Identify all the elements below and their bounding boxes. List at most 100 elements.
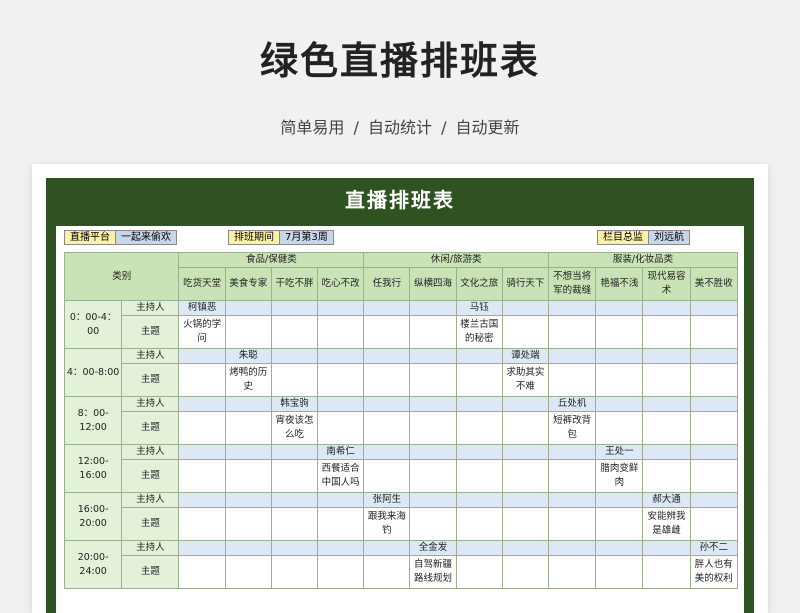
host-cell[interactable] <box>409 492 457 508</box>
host-cell[interactable] <box>548 492 597 508</box>
topic-cell[interactable] <box>409 363 457 397</box>
host-cell[interactable]: 柯镇恶 <box>178 300 226 316</box>
topic-cell[interactable] <box>595 411 644 445</box>
topic-cell[interactable]: 楼兰古国的秘密 <box>455 315 503 349</box>
host-cell[interactable]: 朱聪 <box>224 348 272 364</box>
host-cell[interactable] <box>689 300 739 316</box>
host-cell[interactable] <box>642 444 691 460</box>
host-cell[interactable] <box>689 492 739 508</box>
topic-cell[interactable] <box>224 315 272 349</box>
topic-cell[interactable]: 宵夜该怎么吃 <box>270 411 319 445</box>
host-cell[interactable]: 马钰 <box>455 300 503 316</box>
topic-cell[interactable]: 跟我来海钓 <box>363 507 411 541</box>
topic-cell[interactable] <box>548 315 597 349</box>
topic-cell[interactable]: 西餐适合中国人吗 <box>317 459 365 493</box>
host-cell[interactable] <box>224 396 272 412</box>
topic-cell[interactable] <box>595 555 644 589</box>
topic-cell[interactable] <box>363 315 411 349</box>
host-cell[interactable] <box>363 444 411 460</box>
topic-cell[interactable] <box>689 507 739 541</box>
topic-cell[interactable]: 自驾新疆路线规划 <box>409 555 457 589</box>
host-cell[interactable] <box>270 492 319 508</box>
host-cell[interactable] <box>595 396 644 412</box>
host-cell[interactable] <box>270 540 319 556</box>
host-cell[interactable] <box>317 492 365 508</box>
host-cell[interactable] <box>548 348 597 364</box>
host-cell[interactable] <box>642 540 691 556</box>
host-cell[interactable] <box>595 540 644 556</box>
host-cell[interactable]: 郝大通 <box>642 492 691 508</box>
topic-cell[interactable] <box>270 459 319 493</box>
host-cell[interactable]: 全金发 <box>409 540 457 556</box>
topic-cell[interactable]: 胖人也有美的权利 <box>689 555 739 589</box>
topic-cell[interactable] <box>595 315 644 349</box>
host-cell[interactable] <box>317 540 365 556</box>
topic-cell[interactable] <box>224 507 272 541</box>
topic-cell[interactable] <box>317 363 365 397</box>
host-cell[interactable] <box>363 348 411 364</box>
topic-cell[interactable] <box>317 555 365 589</box>
topic-cell[interactable] <box>363 411 411 445</box>
host-cell[interactable] <box>595 348 644 364</box>
topic-cell[interactable] <box>270 315 319 349</box>
topic-cell[interactable] <box>178 507 226 541</box>
host-cell[interactable]: 张阿生 <box>363 492 411 508</box>
topic-cell[interactable] <box>548 555 597 589</box>
host-cell[interactable] <box>689 444 739 460</box>
host-cell[interactable] <box>363 540 411 556</box>
host-cell[interactable] <box>409 348 457 364</box>
host-cell[interactable] <box>501 540 550 556</box>
host-cell[interactable] <box>501 492 550 508</box>
topic-cell[interactable] <box>455 507 503 541</box>
topic-cell[interactable] <box>642 315 691 349</box>
topic-cell[interactable] <box>595 363 644 397</box>
host-cell[interactable] <box>455 492 503 508</box>
topic-cell[interactable] <box>501 555 550 589</box>
topic-cell[interactable] <box>455 459 503 493</box>
topic-cell[interactable] <box>224 459 272 493</box>
host-cell[interactable] <box>689 348 739 364</box>
host-cell[interactable] <box>409 396 457 412</box>
host-cell[interactable] <box>642 396 691 412</box>
host-cell[interactable] <box>455 348 503 364</box>
topic-cell[interactable] <box>642 459 691 493</box>
topic-cell[interactable] <box>548 507 597 541</box>
topic-cell[interactable] <box>689 363 739 397</box>
host-cell[interactable] <box>178 396 226 412</box>
host-cell[interactable] <box>270 348 319 364</box>
host-cell[interactable] <box>178 348 226 364</box>
topic-cell[interactable] <box>363 363 411 397</box>
topic-cell[interactable] <box>178 411 226 445</box>
host-cell[interactable] <box>501 300 550 316</box>
host-cell[interactable] <box>178 492 226 508</box>
topic-cell[interactable] <box>455 411 503 445</box>
topic-cell[interactable] <box>501 459 550 493</box>
supervisor-value[interactable]: 刘远航 <box>649 230 690 245</box>
host-cell[interactable] <box>178 444 226 460</box>
topic-cell[interactable] <box>501 315 550 349</box>
host-cell[interactable]: 王处一 <box>595 444 644 460</box>
host-cell[interactable]: 孙不二 <box>689 540 739 556</box>
period-value[interactable]: 7月第3周 <box>280 230 334 245</box>
topic-cell[interactable] <box>270 555 319 589</box>
host-cell[interactable] <box>455 396 503 412</box>
topic-cell[interactable] <box>501 507 550 541</box>
host-cell[interactable] <box>270 444 319 460</box>
topic-cell[interactable]: 求助其实不难 <box>501 363 550 397</box>
topic-cell[interactable]: 烤鸭的历史 <box>224 363 272 397</box>
topic-cell[interactable]: 腊肉变鲜肉 <box>595 459 644 493</box>
topic-cell[interactable]: 火锅的学问 <box>178 315 226 349</box>
platform-value[interactable]: 一起来偷欢 <box>116 230 177 245</box>
topic-cell[interactable] <box>178 555 226 589</box>
host-cell[interactable] <box>455 444 503 460</box>
topic-cell[interactable] <box>409 507 457 541</box>
topic-cell[interactable] <box>455 363 503 397</box>
host-cell[interactable] <box>689 396 739 412</box>
host-cell[interactable] <box>317 348 365 364</box>
host-cell[interactable] <box>224 540 272 556</box>
host-cell[interactable] <box>548 444 597 460</box>
host-cell[interactable] <box>501 396 550 412</box>
topic-cell[interactable] <box>224 555 272 589</box>
host-cell[interactable] <box>178 540 226 556</box>
host-cell[interactable] <box>363 300 411 316</box>
